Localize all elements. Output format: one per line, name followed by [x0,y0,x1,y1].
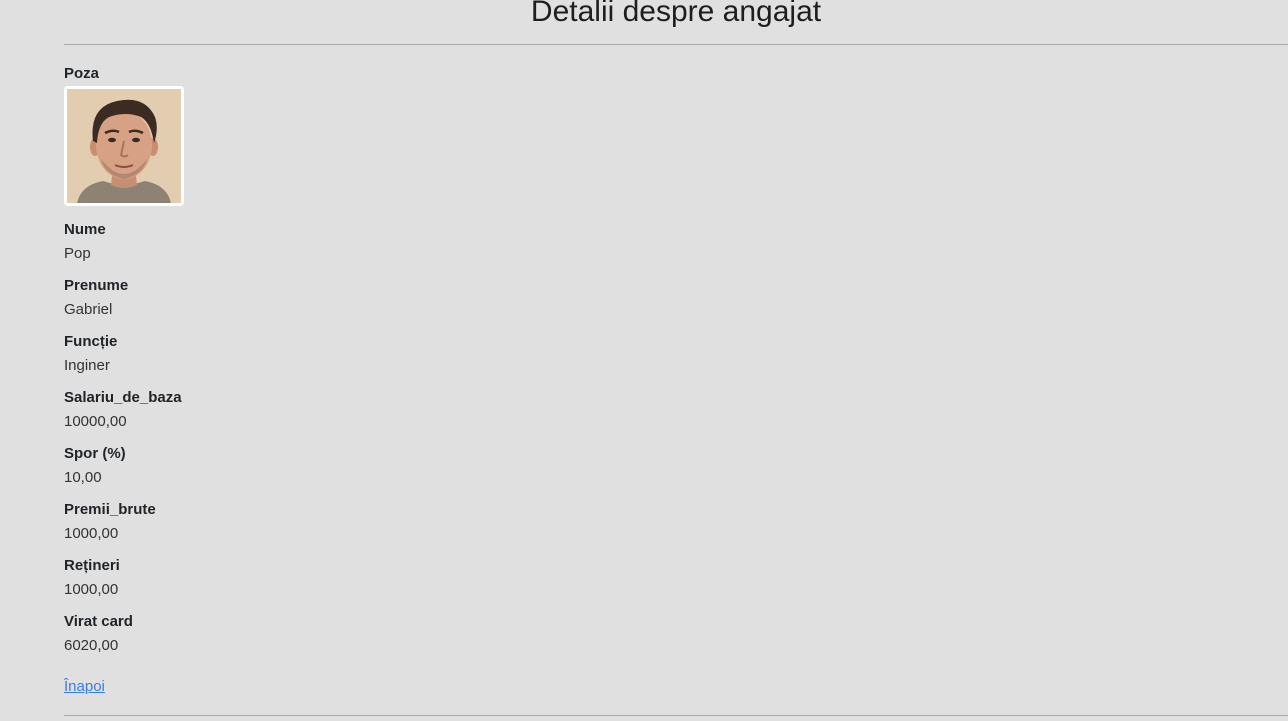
field-salariu-de-baza: Salariu_de_baza 10000,00 [64,388,464,432]
photo-label: Poza [64,65,100,82]
field-label: Spor (%) [64,445,126,462]
field-value: 1000,00 [64,581,119,598]
employee-photo-frame [64,86,184,206]
field-label: Salariu_de_baza [64,389,182,406]
field-label: Rețineri [64,557,120,574]
field-premii-brute: Premii_brute 1000,00 [64,500,464,544]
field-value: Inginer [64,357,110,374]
bottom-divider [64,715,1288,716]
page: Detalii despre angajat Poza Nume Pop Pre… [0,0,1288,721]
field-spor: Spor (%) 10,00 [64,444,464,488]
page-title: Detalii despre angajat [530,0,822,28]
field-value: 10,00 [64,469,102,486]
field-virat-card: Virat card 6020,00 [64,612,464,656]
field-prenume: Prenume Gabriel [64,276,464,320]
field-nume: Nume Pop [64,220,464,264]
field-label: Prenume [64,277,129,294]
back-link[interactable]: Înapoi [64,677,105,697]
top-divider [64,44,1288,45]
field-value: 6020,00 [64,637,119,654]
field-label: Nume [64,221,106,238]
field-value: Gabriel [64,301,113,318]
field-value: 1000,00 [64,525,119,542]
field-value: Pop [64,245,91,262]
field-label: Funcție [64,333,118,350]
field-label: Virat card [64,613,133,630]
field-label: Premii_brute [64,501,156,518]
field-functie: Funcție Inginer [64,332,464,376]
employee-photo [67,89,181,203]
employee-details: Poza Nume Pop Prenume Gabriel Funcție In… [64,64,464,668]
field-retineri: Rețineri 1000,00 [64,556,464,600]
field-value: 10000,00 [64,413,127,430]
